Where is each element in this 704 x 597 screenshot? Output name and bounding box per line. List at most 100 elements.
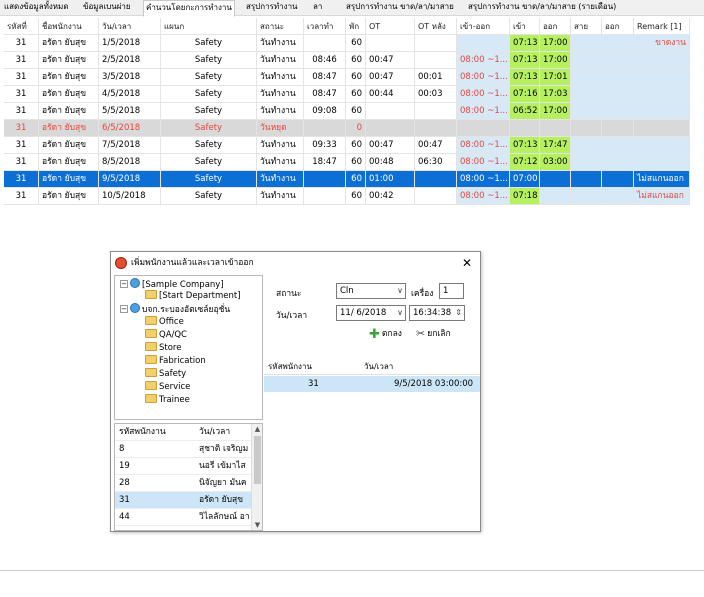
list-item[interactable]: 19 นอรี เข้มาไส — [115, 458, 252, 475]
table-cell — [602, 86, 634, 103]
table-cell — [602, 120, 634, 137]
table-cell: 17:00 — [540, 52, 571, 69]
column-header[interactable]: เข้า — [510, 18, 540, 35]
tree-node-safety[interactable]: Safety — [145, 368, 186, 381]
close-icon[interactable]: ✕ — [462, 252, 472, 274]
tab-summary[interactable]: สรุปการทำงาน — [244, 0, 300, 16]
table-row[interactable]: 31 อรัดา ยับสุข 8/5/2018 Safety วันทำงาน 18:4… — [4, 154, 690, 171]
grid-header: รหัสที่ ชื่อพนักงาน วัน/เวลา แผนก สถานะ เวลาท… — [4, 18, 690, 35]
tab-all-data[interactable]: แสดงข้อมูลทั้งหมด — [2, 0, 71, 16]
column-header[interactable]: รหัสที่ — [4, 18, 39, 35]
time-spinner[interactable]: 16:34:38 ⇕ — [409, 305, 465, 321]
column-header[interactable]: เวลาทำ — [304, 18, 346, 35]
scroll-up-icon[interactable]: ▲ — [252, 424, 263, 434]
list-item[interactable]: 28 นิจัญยา มันค — [115, 475, 252, 492]
collapse-icon[interactable]: − — [120, 280, 128, 288]
table-cell: 31 — [4, 137, 39, 154]
scroll-thumb[interactable] — [254, 436, 261, 484]
list-item-selected[interactable]: 31 อรัดา ยับสุข — [115, 492, 252, 509]
column-header[interactable]: สถานะ — [257, 18, 304, 35]
column-header[interactable]: เข้า-ออก — [457, 18, 510, 35]
folder-icon — [145, 355, 157, 364]
table-row[interactable]: 31 อรัดา ยับสุข 4/5/2018 Safety วันทำงาน 08:4… — [4, 86, 690, 103]
table-cell: 60 — [346, 86, 366, 103]
tree-node-office[interactable]: Office — [145, 316, 184, 329]
table-cell — [304, 188, 346, 205]
column-header[interactable]: วัน/เวลา — [99, 18, 161, 35]
folder-icon — [145, 342, 157, 351]
table-cell — [571, 86, 602, 103]
column-header[interactable]: OT — [366, 18, 415, 35]
table-cell — [415, 171, 457, 188]
table-row[interactable]: 31 อรัดา ยับสุข 5/5/2018 Safety วันทำงาน 09:0… — [4, 103, 690, 120]
table-cell — [510, 120, 540, 137]
table-cell: Safety — [161, 103, 257, 120]
table-cell: วันทำงาน — [257, 35, 304, 52]
tab-calc-by-shift[interactable]: คำนวนโดยกะการทำงาน — [143, 0, 235, 17]
collapse-icon[interactable]: − — [120, 305, 128, 313]
table-cell: 00:47 — [415, 137, 457, 154]
table-cell: อรัดา ยับสุข — [39, 103, 99, 120]
table-row[interactable]: 31 อรัดา ยับสุข 9/5/2018 Safety วันทำงาน 60 01… — [4, 171, 690, 188]
table-row[interactable]: 31 อรัดา ยับสุข 10/5/2018 Safety วันทำงาน 60 0… — [4, 188, 690, 205]
table-cell: วันทำงาน — [257, 154, 304, 171]
column-header[interactable]: ออก — [602, 18, 634, 35]
table-cell — [634, 103, 690, 120]
tab-dept-data[interactable]: ข้อมูลเบนผ่าย — [81, 0, 133, 16]
table-row[interactable]: 31 อรัดา ยับสุข 7/5/2018 Safety วันทำงาน 09:3… — [4, 137, 690, 154]
list-scrollbar[interactable]: ▲ ▼ — [251, 424, 262, 530]
table-cell: วันทำงาน — [257, 171, 304, 188]
add-button[interactable]: ✚ ตกลง — [369, 325, 402, 343]
tree-node-service[interactable]: Service — [145, 381, 190, 394]
table-cell: 60 — [346, 188, 366, 205]
table-row[interactable]: 31 9/5/2018 03:00:00 — [264, 376, 480, 392]
table-cell: 17:01 — [540, 69, 571, 86]
spinner-icon[interactable]: ⇕ — [455, 306, 462, 320]
tree-node-fabrication[interactable]: Fabrication — [145, 355, 206, 368]
date-picker[interactable]: 11/ 6/2018 ∨ — [336, 305, 406, 321]
result-grid-header: รหัสพนักงาน วัน/เวลา — [264, 359, 480, 375]
table-cell: 9/5/2018 — [99, 171, 161, 188]
tree-node-group[interactable]: บจก.ระบองอัตเซล์ยอุชั่น — [130, 303, 230, 316]
table-cell — [366, 120, 415, 137]
table-cell: 60 — [346, 69, 366, 86]
list-item[interactable]: 44 วิไลลักษณ์ อา — [115, 509, 252, 526]
table-cell — [571, 52, 602, 69]
table-cell: วันทำงาน — [257, 86, 304, 103]
tree-node-start-department[interactable]: [Start Department] — [145, 290, 241, 303]
machine-input[interactable]: 1 — [439, 283, 464, 299]
column-header[interactable]: แผนก — [161, 18, 257, 35]
table-cell — [571, 35, 602, 52]
table-cell: 08:00 ~1... — [457, 171, 510, 188]
cancel-button[interactable]: ✂ ยกเลิก — [416, 325, 451, 343]
table-cell — [602, 154, 634, 171]
tab-absence-monthly[interactable]: สรุปการทำงาน ขาด/ลา/มาสาย (รายเดือน) — [466, 0, 618, 16]
group-icon — [130, 303, 140, 313]
column-header[interactable]: OT หลัง — [415, 18, 457, 35]
column-header[interactable]: ออก — [540, 18, 571, 35]
column-header[interactable]: Remark [1] — [634, 18, 690, 35]
scroll-down-icon[interactable]: ▼ — [252, 520, 263, 530]
table-cell — [602, 188, 634, 205]
column-header[interactable]: ชื่อพนักงาน — [39, 18, 99, 35]
table-cell: 08:46 — [304, 52, 346, 69]
table-cell: อรัดา ยับสุข — [39, 52, 99, 69]
status-select[interactable]: Cln ∨ — [336, 283, 406, 299]
table-row[interactable]: 31 อรัดา ยับสุข 1/5/2018 Safety วันทำงาน 60 07… — [4, 35, 690, 52]
tree-node-qaqc[interactable]: QA/QC — [145, 329, 187, 342]
table-row[interactable]: 31 อรัดา ยับสุข 6/5/2018 Safety วันหยุด 0 — [4, 120, 690, 137]
column-header[interactable]: พัก — [346, 18, 366, 35]
company-icon — [130, 278, 140, 288]
tree-node-store[interactable]: Store — [145, 342, 181, 355]
table-row[interactable]: 31 อรัดา ยับสุข 3/5/2018 Safety วันทำงาน 08:4… — [4, 69, 690, 86]
table-cell — [571, 137, 602, 154]
tab-leave[interactable]: ลา — [311, 0, 324, 16]
table-cell: Safety — [161, 137, 257, 154]
tab-absence-summary[interactable]: สรุปการทำงาน ขาด/ลา/มาสาย — [344, 0, 456, 16]
table-row[interactable]: 31 อรัดา ยับสุข 2/5/2018 Safety วันทำงาน 08:4… — [4, 52, 690, 69]
column-header[interactable]: สาย — [571, 18, 602, 35]
list-item[interactable]: 8 สุชาติ เจริญม — [115, 441, 252, 458]
tree-node-trainee[interactable]: Trainee — [145, 394, 190, 407]
table-cell — [634, 120, 690, 137]
table-cell: 17:00 — [540, 103, 571, 120]
